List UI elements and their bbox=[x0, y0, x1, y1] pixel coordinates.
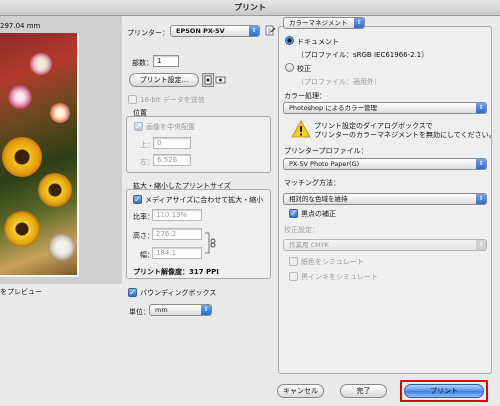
simulate-ink-label: 黒インキをシミュレート bbox=[301, 273, 378, 281]
color-handling-popup-value: Photoshop によるカラー管理 bbox=[289, 104, 378, 112]
top-label: 上： bbox=[140, 141, 154, 149]
document-radio-label: ドキュメント bbox=[297, 38, 339, 46]
proof-radio-label: 校正 bbox=[297, 65, 311, 73]
simulate-paper-label: 紙色をシミュレート bbox=[301, 258, 364, 266]
proof-setup-popup-value: 作業用 CMYK bbox=[289, 241, 329, 249]
fit-media-label: メディアサイズに合わせて拡大・縮小 bbox=[145, 196, 264, 204]
black-point-checkbox[interactable]: ✓ bbox=[289, 209, 298, 218]
color-handling-label: カラー処理： bbox=[284, 92, 326, 100]
color-management-popup[interactable]: カラーマネジメント ⇕ bbox=[283, 17, 365, 29]
sunflower-graphic bbox=[4, 211, 40, 247]
warning-text-line2: プリンターのカラーマネジメントを無効にしてください。 bbox=[314, 131, 496, 139]
paper-size-label: 297.04 mm bbox=[0, 22, 41, 30]
scale-label: 比率： bbox=[133, 213, 154, 221]
rose-graphic bbox=[30, 53, 52, 75]
matching-method-label: マッチング方法： bbox=[284, 179, 340, 187]
popup-arrows-icon: ⇕ bbox=[249, 26, 259, 36]
matching-method-popup-value: 相対的な色域を維持 bbox=[289, 195, 348, 203]
document-profile-label: （プロファイル：sRGB IEC61966-2.1） bbox=[297, 51, 429, 59]
orientation-portrait-icon[interactable] bbox=[202, 73, 214, 87]
link-proportions-icon[interactable] bbox=[204, 231, 218, 255]
fit-media-checkbox[interactable]: ✓ bbox=[133, 195, 142, 204]
popup-arrows-icon: ⇕ bbox=[476, 240, 486, 250]
print-settings-button[interactable]: プリント設定... bbox=[129, 73, 199, 87]
simulate-ink-checkbox[interactable] bbox=[289, 272, 298, 281]
orientation-landscape-icon[interactable] bbox=[215, 74, 227, 86]
preview-image[interactable] bbox=[0, 33, 79, 277]
popup-arrows-icon: ⇕ bbox=[476, 103, 486, 113]
scale-field[interactable]: 110.13% bbox=[152, 209, 202, 221]
center-image-label: 画像を中央配置 bbox=[146, 123, 195, 131]
warning-icon bbox=[291, 120, 311, 138]
simulate-paper-checkbox[interactable] bbox=[289, 257, 298, 266]
printer-label: プリンター： bbox=[127, 29, 169, 37]
matching-method-popup[interactable]: 相対的な色域を維持 ⇕ bbox=[283, 193, 487, 205]
height-label: 高さ： bbox=[133, 232, 154, 240]
send-16bit-checkbox[interactable] bbox=[128, 95, 137, 104]
send-16bit-label: 16-bit データを送信 bbox=[140, 96, 205, 104]
units-popup-value: mm bbox=[155, 306, 168, 314]
copies-label: 部数： bbox=[132, 59, 153, 67]
top-field[interactable]: 0 bbox=[153, 137, 191, 149]
bounding-box-checkbox[interactable]: ✓ bbox=[128, 288, 137, 297]
left-label: 左： bbox=[140, 158, 154, 166]
done-button[interactable]: 完了 bbox=[340, 384, 387, 398]
proof-radio[interactable] bbox=[285, 63, 294, 72]
rose-graphic bbox=[48, 233, 76, 261]
window-title: プリント bbox=[0, 0, 500, 16]
width-field[interactable]: 184.1 bbox=[152, 247, 202, 259]
height-field[interactable]: 276.2 bbox=[152, 228, 202, 240]
center-image-checkbox[interactable]: ✓ bbox=[134, 122, 143, 131]
black-point-label: 黒点の補正 bbox=[301, 210, 336, 218]
printer-popup-value: EPSON PX-5V bbox=[176, 27, 225, 35]
printer-profile-popup-value: PX-5V Photo Paper(G) bbox=[289, 160, 360, 168]
document-radio[interactable] bbox=[285, 36, 294, 45]
rose-graphic bbox=[50, 103, 70, 123]
popup-arrows-icon: ⇕ bbox=[476, 194, 486, 204]
print-button[interactable]: プリント bbox=[404, 384, 484, 398]
units-label: 単位： bbox=[129, 308, 150, 316]
proof-setup-popup[interactable]: 作業用 CMYK ⇕ bbox=[283, 239, 487, 251]
printer-profile-label: プリンタープロファイル： bbox=[284, 147, 368, 155]
sunflower-graphic bbox=[2, 137, 42, 177]
rose-graphic bbox=[8, 85, 32, 109]
color-management-popup-value: カラーマネジメント bbox=[289, 19, 348, 27]
proof-setup-label: 校正設定： bbox=[284, 226, 319, 234]
left-field[interactable]: 6.526 bbox=[153, 154, 191, 166]
units-popup[interactable]: mm ⇕ bbox=[149, 304, 212, 316]
sunflower-graphic bbox=[38, 173, 72, 207]
popup-arrows-icon: ⇕ bbox=[201, 305, 211, 315]
proof-profile-label: （プロファイル：適用外） bbox=[297, 78, 381, 86]
cancel-button[interactable]: キャンセル bbox=[277, 384, 324, 398]
bounding-box-label: バウンディングボックス bbox=[140, 289, 217, 297]
popup-arrows-icon: ⇕ bbox=[476, 159, 486, 169]
printer-popup[interactable]: EPSON PX-5V ⇕ bbox=[170, 25, 260, 37]
printer-presets-icon[interactable] bbox=[264, 25, 276, 37]
print-resolution-label: プリント解像度：317 PPI bbox=[133, 268, 219, 276]
printer-profile-popup[interactable]: PX-5V Photo Paper(G) ⇕ bbox=[283, 158, 487, 170]
preview-checkbox-label: をプレビュー bbox=[0, 288, 42, 296]
popup-arrows-icon: ⇕ bbox=[354, 18, 364, 28]
copies-field[interactable]: 1 bbox=[153, 55, 179, 67]
color-handling-popup[interactable]: Photoshop によるカラー管理 ⇕ bbox=[283, 102, 487, 114]
